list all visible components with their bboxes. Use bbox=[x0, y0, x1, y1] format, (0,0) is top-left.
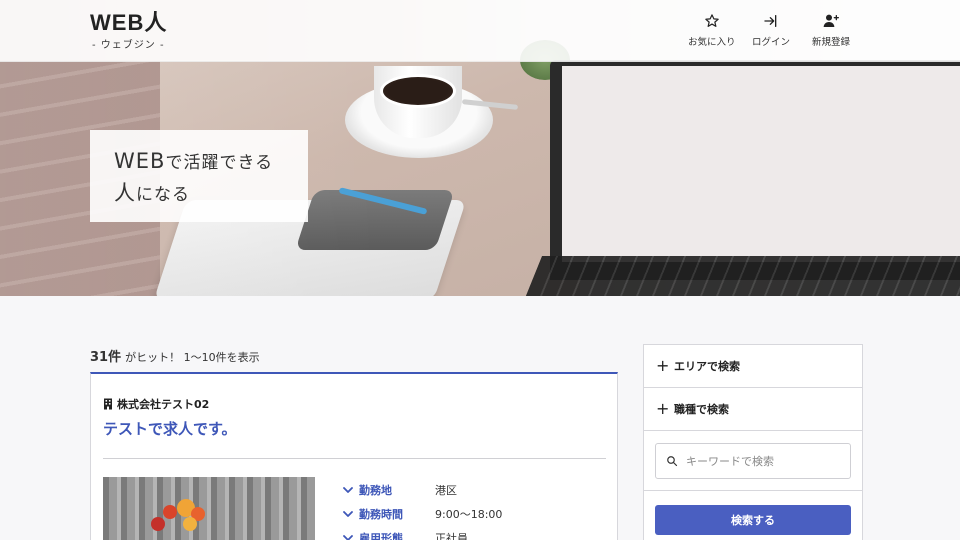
detail-value: 港区 bbox=[435, 484, 457, 497]
user-plus-icon bbox=[822, 12, 840, 30]
chevron-down-icon bbox=[343, 487, 353, 493]
detail-row-location: 勤務地 港区 bbox=[343, 478, 502, 502]
detail-row-employment: 雇用形態 正社員 bbox=[343, 526, 502, 540]
keyword-search-section bbox=[644, 431, 862, 491]
hero-catchphrase: WEBで活躍できる 人になる bbox=[90, 130, 308, 222]
login-icon bbox=[762, 12, 780, 30]
results-count-summary: がヒット！ 1〜10件を表示 bbox=[125, 351, 260, 364]
job-photo bbox=[103, 477, 315, 540]
building-icon bbox=[103, 398, 113, 410]
keyword-search-input[interactable] bbox=[686, 454, 846, 468]
nav-register[interactable]: 新規登録 bbox=[812, 12, 850, 48]
detail-value: 正社員 bbox=[435, 532, 468, 540]
area-search-toggle[interactable]: + エリアで検索 bbox=[644, 345, 862, 388]
catchphrase-line-1: WEBで活躍できる bbox=[114, 149, 274, 173]
plus-icon: + bbox=[656, 399, 670, 418]
occupation-search-toggle[interactable]: + 職種で検索 bbox=[644, 388, 862, 431]
nav-login[interactable]: ログイン bbox=[752, 12, 790, 48]
job-card[interactable]: 株式会社テスト02 テストで求人です。 勤務地 港区 勤務時間 9:00〜18:… bbox=[90, 372, 618, 540]
search-submit-button[interactable]: 検索する bbox=[655, 505, 851, 535]
job-title-link[interactable]: テストで求人です。 bbox=[103, 418, 237, 439]
star-icon bbox=[703, 12, 721, 30]
plus-icon: + bbox=[656, 356, 670, 375]
keyword-search-box[interactable] bbox=[655, 443, 851, 479]
search-icon bbox=[667, 456, 678, 467]
detail-value: 9:00〜18:00 bbox=[435, 508, 503, 521]
nav-favorites-label: お気に入り bbox=[688, 37, 736, 48]
site-logo[interactable]: WEB人 - ウェブジン - bbox=[90, 10, 167, 51]
company-name: 株式会社テスト02 bbox=[103, 396, 209, 412]
results-count: 31件 がヒット！ 1〜10件を表示 bbox=[90, 346, 260, 365]
nav-register-label: 新規登録 bbox=[812, 37, 851, 48]
detail-row-hours: 勤務時間 9:00〜18:00 bbox=[343, 502, 502, 526]
search-sidebar: + エリアで検索 + 職種で検索 検索する bbox=[643, 344, 863, 540]
detail-label: 雇用形態 bbox=[343, 530, 435, 540]
catchphrase-line-2: 人になる bbox=[114, 181, 190, 205]
nav-favorites[interactable]: お気に入り bbox=[688, 12, 736, 48]
nav-login-label: ログイン bbox=[752, 37, 791, 48]
job-details: 勤務地 港区 勤務時間 9:00〜18:00 雇用形態 正社員 bbox=[343, 478, 502, 540]
logo-main-text: WEB人 bbox=[90, 10, 168, 35]
card-divider bbox=[103, 458, 606, 459]
chevron-down-icon bbox=[343, 511, 353, 517]
detail-label: 勤務時間 bbox=[343, 506, 435, 522]
logo-sub-text: - ウェブジン - bbox=[92, 40, 165, 51]
site-header: WEB人 - ウェブジン - お気に入り ログイン 新規登録 bbox=[0, 0, 960, 62]
chevron-down-icon bbox=[343, 535, 353, 540]
results-count-number: 31件 bbox=[90, 350, 122, 365]
detail-label: 勤務地 bbox=[343, 482, 435, 498]
